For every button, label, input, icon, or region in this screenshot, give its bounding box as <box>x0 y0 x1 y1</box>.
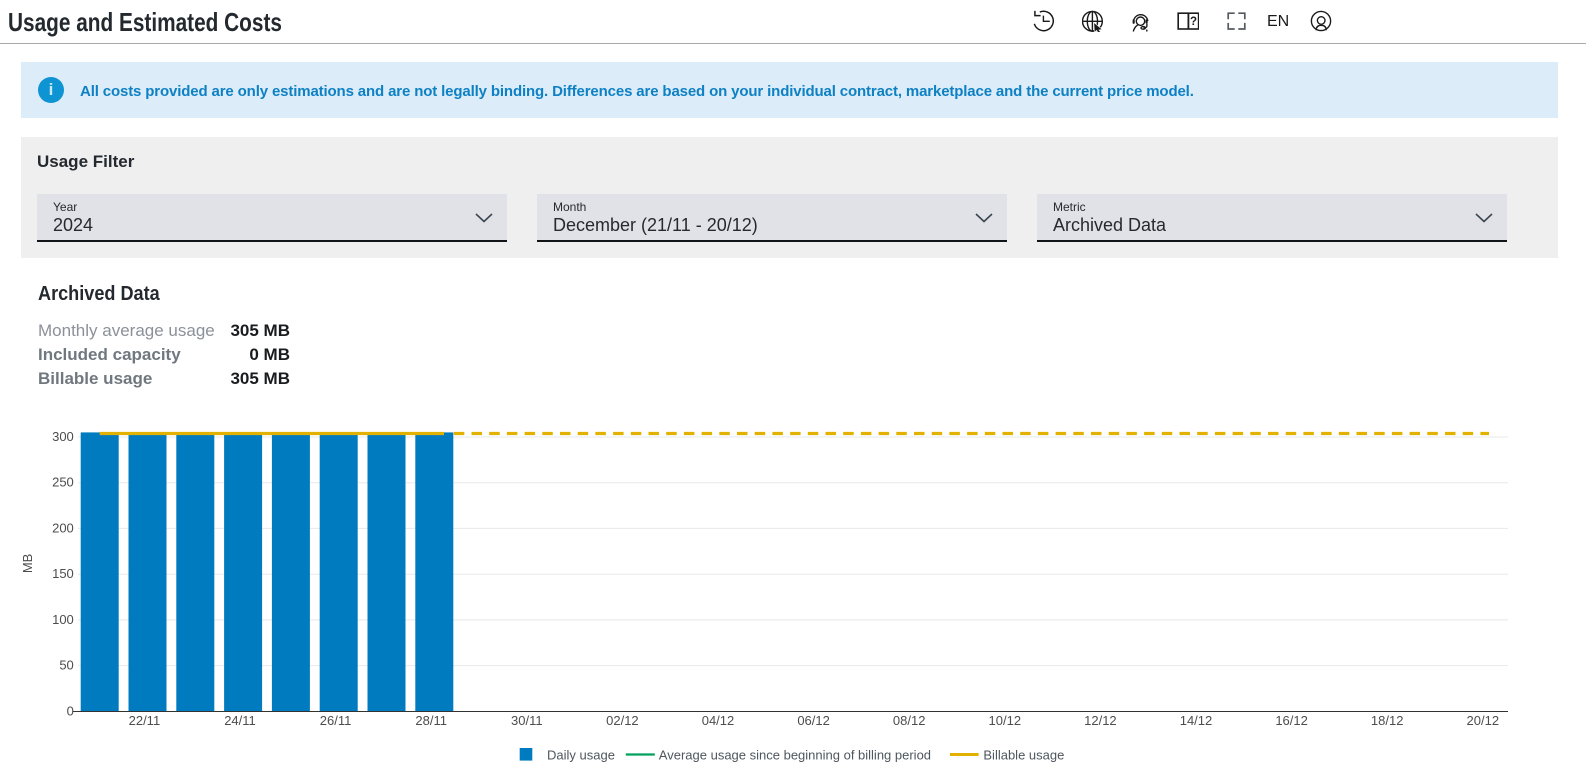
svg-text:06/12: 06/12 <box>797 713 830 728</box>
svg-text:Average usage since beginning: Average usage since beginning of billing… <box>659 748 931 763</box>
svg-text:Daily usage: Daily usage <box>547 748 615 763</box>
svg-text:16/12: 16/12 <box>1275 713 1308 728</box>
svg-text:200: 200 <box>52 520 74 535</box>
svg-text:28/11: 28/11 <box>415 713 447 728</box>
svg-text:MB: MB <box>20 554 35 574</box>
svg-text:10/12: 10/12 <box>989 713 1022 728</box>
svg-text:50: 50 <box>59 658 73 673</box>
svg-text:250: 250 <box>52 475 74 490</box>
svg-text:?: ? <box>1190 16 1197 28</box>
svg-text:08/12: 08/12 <box>893 713 926 728</box>
svg-text:04/12: 04/12 <box>702 713 735 728</box>
svg-text:30/11: 30/11 <box>511 713 543 728</box>
svg-text:150: 150 <box>52 566 74 581</box>
svg-text:18/12: 18/12 <box>1371 713 1404 728</box>
svg-text:26/11: 26/11 <box>320 713 352 728</box>
svg-text:14/12: 14/12 <box>1180 713 1213 728</box>
svg-text:300: 300 <box>52 429 74 444</box>
svg-text:02/12: 02/12 <box>606 713 639 728</box>
svg-text:22/11: 22/11 <box>129 713 161 728</box>
svg-text:20/12: 20/12 <box>1467 713 1500 728</box>
svg-text:Billable usage: Billable usage <box>983 748 1064 763</box>
svg-text:100: 100 <box>52 612 74 627</box>
svg-text:24/11: 24/11 <box>224 713 256 728</box>
svg-text:12/12: 12/12 <box>1084 713 1117 728</box>
svg-text:0: 0 <box>67 704 74 719</box>
